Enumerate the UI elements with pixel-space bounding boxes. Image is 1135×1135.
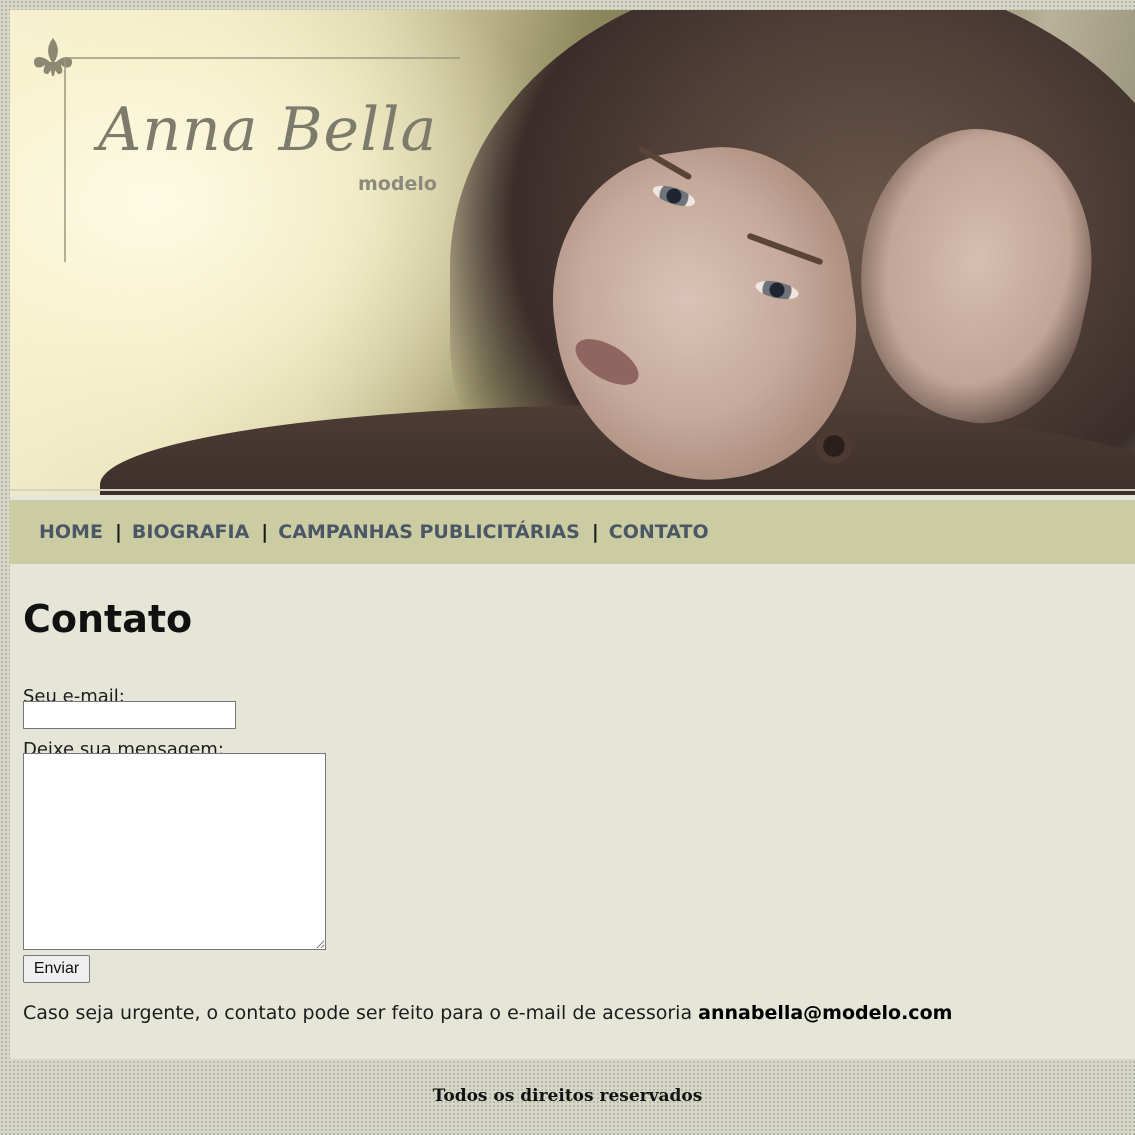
send-button[interactable]: Enviar [23,955,90,983]
contact-section: Contato Seu e-mail: Deixe sua mensagem: … [23,597,1123,1024]
footer-copyright: Todos os direitos reservados [432,1086,703,1106]
nav-separator: | [591,521,599,543]
page-title: Contato [23,597,193,641]
nav-home-link[interactable]: HOME [39,521,103,543]
main-nav: HOME | BIOGRAFIA | CAMPANHAS PUBLICITÁRI… [10,500,1135,564]
urgent-text: Caso seja urgente, o contato pode ser fe… [23,1002,693,1024]
urgent-email: annabella@modelo.com [698,1002,953,1024]
urgent-contact-text: Caso seja urgente, o contato pode ser fe… [23,1002,952,1024]
nav-separator: | [114,521,122,543]
email-field[interactable] [23,701,236,729]
page-container: Anna Bella modelo HOME | BIOGRAFIA | CAM… [10,10,1135,1059]
nav-campanhas-link[interactable]: CAMPANHAS PUBLICITÁRIAS [278,521,580,543]
nav-separator: | [261,521,269,543]
header-banner: Anna Bella modelo [10,10,1135,495]
message-textarea[interactable] [23,753,326,950]
nav-biografia-link[interactable]: BIOGRAFIA [132,521,249,543]
brand-logo-subtitle: modelo [358,173,437,195]
brand-logo-name: Anna Bella [98,95,438,165]
nav-contato-link[interactable]: CONTATO [609,521,709,543]
